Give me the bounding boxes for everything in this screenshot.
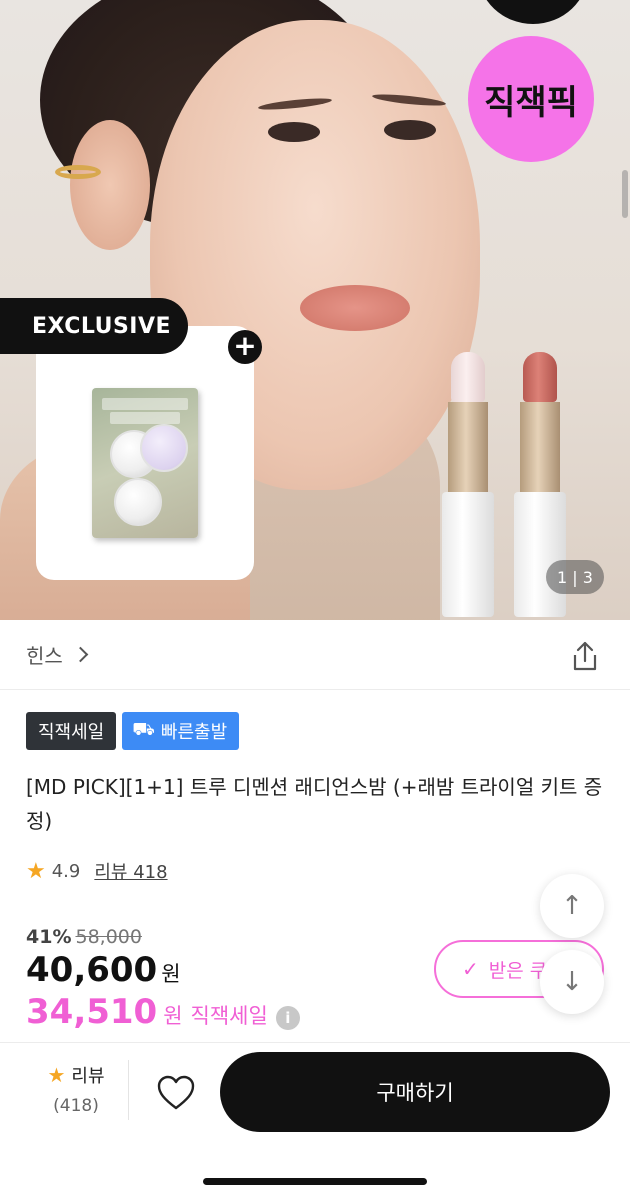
lipstick-clear [442,352,494,617]
check-icon: ✓ [462,957,479,981]
currency-unit: 원 [161,962,181,986]
info-icon[interactable]: i [275,1006,300,1030]
image-pager: 1 | 3 [546,560,604,594]
fast-shipping-tag: ⛟ 빠른출발 [122,712,240,750]
rating-row: ★ 4.9 리뷰 418 [26,858,168,884]
scroll-down-button[interactable]: ↓ [540,950,604,1014]
star-icon: ★ [47,1063,66,1087]
current-price-row: 40,600 원 [26,950,181,990]
buy-button[interactable]: 구매하기 [220,1052,610,1132]
exclusive-label: EXCLUSIVE [0,298,188,354]
fast-shipping-label: 빠른출발 [160,722,228,743]
scrollbar[interactable] [622,170,628,218]
review-label: 리뷰 [71,1066,105,1087]
heart-icon[interactable] [156,1074,196,1112]
star-icon: ★ [26,858,46,884]
review-count: (418) [53,1096,99,1116]
sale-price-row: 34,510 원 직잭세일 i [26,992,300,1032]
model-eye-left [268,122,320,142]
bottom-review-button[interactable]: ★ 리뷰 (418) [26,1062,126,1126]
discount-rate: 41% [26,926,72,948]
sale-currency-unit: 원 [163,1004,183,1028]
ear-cuff [55,165,101,179]
chevron-right-icon [72,646,89,663]
rating-value: 4.9 [51,860,81,882]
truck-icon: ⛟ [132,719,155,740]
reviews-link[interactable]: 리뷰 418 [94,858,167,884]
product-title: [MD PICK][1+1] 트루 디멘션 래디언스밤 (+래밤 트라이얼 키트… [26,775,603,833]
original-price-row: 41% 58,000 [26,926,142,948]
separator [128,1060,129,1120]
arrow-up-icon: ↑ [561,891,583,921]
coupon-label: 받은 쿠 [488,959,548,982]
jikjaek-pick-badge: 직잭픽 [468,36,594,162]
model-ear [70,120,150,250]
badge-black-circle [478,0,588,24]
current-price: 40,600 [26,950,158,990]
sale-tag: 직잭세일 [26,712,117,750]
sale-price-label: 직잭세일 [190,1004,268,1028]
share-icon[interactable] [570,640,600,672]
home-indicator [203,1178,427,1185]
model-eye-right [384,120,436,140]
sale-price: 34,510 [26,992,158,1032]
product-image-carousel[interactable]: 직잭픽 EXCLUSIVE + 1 | 3 [0,0,630,620]
scroll-top-button[interactable]: ↑ [540,874,604,938]
brand-name: 힌스 [26,644,63,668]
divider [0,1042,630,1043]
arrow-down-icon: ↓ [561,967,583,997]
model-lips [300,285,410,331]
brand-link[interactable]: 힌스 [0,620,630,690]
product-tags: 직잭세일 ⛟ 빠른출발 [26,712,240,750]
add-gift-icon[interactable]: + [228,330,262,364]
trial-kit-image [92,388,198,538]
original-price: 58,000 [75,926,142,948]
